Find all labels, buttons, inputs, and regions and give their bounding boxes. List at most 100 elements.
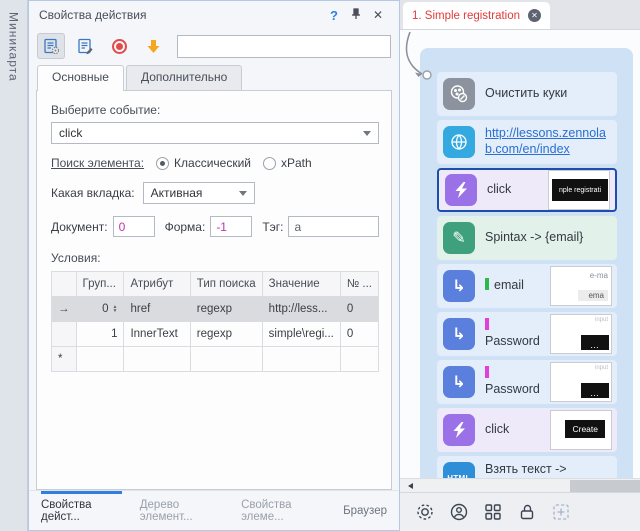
action-spintax[interactable]: ✎ Spintax -> {email}	[437, 216, 617, 260]
action-properties-panel: Свойства действия ? ✕ Основные Д	[28, 0, 400, 531]
scrollbar-thumb[interactable]	[570, 480, 640, 492]
action-title: click	[485, 422, 540, 438]
minimap-strip[interactable]: Миникарта	[0, 0, 28, 531]
close-icon[interactable]: ✕	[367, 8, 389, 22]
workspace-toolbar	[400, 492, 640, 531]
radio-classic-label: Классический	[174, 156, 251, 170]
lock-button[interactable]	[516, 502, 537, 523]
table-row[interactable]: → 0▲▼ href regexp http://less... 0	[52, 297, 379, 322]
col-num[interactable]: № ...	[340, 272, 378, 297]
action-title: Password	[485, 366, 540, 397]
chevron-down-icon	[239, 191, 247, 196]
field-marker-green	[485, 278, 489, 290]
cell-search-type[interactable]: regexp	[190, 297, 262, 322]
radio-xpath-label: xPath	[281, 156, 312, 170]
action-thumbnail: e-ma ema	[550, 266, 612, 306]
thumbnail-text: Create	[565, 420, 605, 438]
col-group[interactable]: Груп...	[76, 272, 124, 297]
col-value[interactable]: Значение	[262, 272, 340, 297]
document-label: Документ:	[51, 220, 108, 234]
project-tab[interactable]: 1. Simple registration ✕	[403, 2, 550, 29]
radio-classic[interactable]	[156, 157, 169, 170]
panel-tabs: Основные Дополнительно	[29, 65, 399, 90]
action-click-create[interactable]: click Create	[437, 408, 617, 452]
action-get-text[interactable]: HTML Взять текст -> {check_success}	[437, 456, 617, 478]
set-value-arrow-icon: ↳	[443, 318, 475, 350]
action-set-email[interactable]: ↳ email e-ma ema	[437, 264, 617, 308]
action-set-password[interactable]: ↳ Password input …	[437, 312, 617, 356]
chevron-down-icon	[363, 131, 371, 136]
panel-bottom-tabs: Свойства дейст... Дерево элемент... Свой…	[29, 490, 399, 530]
action-click-selected[interactable]: click nple registrati	[437, 168, 617, 212]
action-thumbnail: nple registrati	[548, 170, 610, 210]
doc-form-tag-row: Документ: 0 Форма: -1 Тэг: a	[51, 216, 379, 237]
panel-toolbar	[29, 29, 399, 63]
flow-canvas[interactable]: Очистить куки http://lessons.zennolab.co…	[400, 30, 640, 478]
new-row-icon: *	[52, 347, 77, 372]
tab-close-icon[interactable]: ✕	[528, 9, 541, 22]
cell-value[interactable]: http://less...	[262, 297, 340, 322]
toolbar-search-input[interactable]	[177, 35, 391, 58]
record-button[interactable]	[105, 33, 133, 59]
panel-content: Выберите событие: click Поиск элемента: …	[36, 90, 392, 490]
tag-input[interactable]: a	[288, 216, 379, 237]
action-set-password[interactable]: ↳ Password input …	[437, 360, 617, 404]
cell-value[interactable]: simple\regi...	[262, 322, 340, 347]
bottom-tab-browser[interactable]: Браузер	[343, 491, 387, 530]
which-tab-value: Активная	[151, 186, 203, 200]
profile-button[interactable]	[448, 502, 469, 523]
thumbnail-text: ema	[578, 290, 608, 301]
cookies-icon	[443, 78, 475, 110]
tab-additional[interactable]: Дополнительно	[126, 65, 242, 90]
tab-main[interactable]: Основные	[37, 65, 124, 91]
settings-button[interactable]	[414, 502, 435, 523]
spinner-icon[interactable]: ▲▼	[113, 305, 118, 313]
bottom-tab-element-properties[interactable]: Свойства элеме...	[241, 491, 325, 530]
event-select-value: click	[59, 126, 82, 140]
modules-button[interactable]	[482, 502, 503, 523]
action-clear-cookies[interactable]: Очистить куки	[437, 72, 617, 116]
action-goto-url[interactable]: http://lessons.zennolab.com/en/index	[437, 120, 617, 164]
table-new-row[interactable]: *	[52, 347, 379, 372]
move-down-button[interactable]	[139, 33, 167, 59]
set-value-arrow-icon: ↳	[443, 270, 475, 302]
col-search-type[interactable]: Тип поиска	[190, 272, 262, 297]
help-icon[interactable]: ?	[323, 8, 345, 23]
action-edit-button[interactable]	[71, 33, 99, 59]
table-row[interactable]: 1 InnerText regexp simple\regi... 0	[52, 322, 379, 347]
document-gear-icon	[42, 37, 61, 56]
form-input[interactable]: -1	[210, 216, 252, 237]
action-settings-button[interactable]	[37, 33, 65, 59]
cell-group: 1	[76, 322, 124, 347]
add-action-button[interactable]	[550, 502, 571, 523]
element-search-link[interactable]: Поиск элемента:	[51, 156, 144, 170]
which-tab-select[interactable]: Активная	[143, 182, 255, 204]
bottom-tab-element-tree[interactable]: Дерево элемент...	[140, 491, 223, 530]
field-marker-magenta	[485, 318, 489, 330]
radio-xpath[interactable]	[263, 157, 276, 170]
action-title: email	[485, 278, 540, 294]
grid-icon	[483, 502, 503, 522]
cell-attribute[interactable]: href	[124, 297, 190, 322]
pin-icon[interactable]	[345, 7, 367, 24]
col-attribute[interactable]: Атрибут	[124, 272, 190, 297]
lightning-icon	[443, 414, 475, 446]
action-thumbnail: input …	[550, 362, 612, 402]
panel-header: Свойства действия ? ✕	[29, 1, 399, 29]
event-select[interactable]: click	[51, 122, 379, 144]
action-title: Очистить куки	[485, 86, 612, 102]
cell-num[interactable]: 0	[340, 322, 378, 347]
document-edit-icon	[76, 37, 95, 56]
cell-num[interactable]: 0	[340, 297, 378, 322]
scroll-left-icon[interactable]	[408, 483, 413, 489]
document-input[interactable]: 0	[113, 216, 155, 237]
field-marker-magenta	[485, 366, 489, 378]
action-url-link[interactable]: http://lessons.zennolab.com/en/index	[485, 126, 612, 157]
cell-search-type[interactable]: regexp	[190, 322, 262, 347]
bottom-tab-action-properties[interactable]: Свойства дейст...	[41, 491, 122, 530]
down-arrow-icon	[145, 38, 162, 55]
cell-attribute[interactable]: InnerText	[124, 322, 190, 347]
form-label: Форма:	[165, 220, 206, 234]
workspace-tabbar: 1. Simple registration ✕	[400, 0, 640, 30]
horizontal-scrollbar[interactable]	[400, 478, 640, 492]
